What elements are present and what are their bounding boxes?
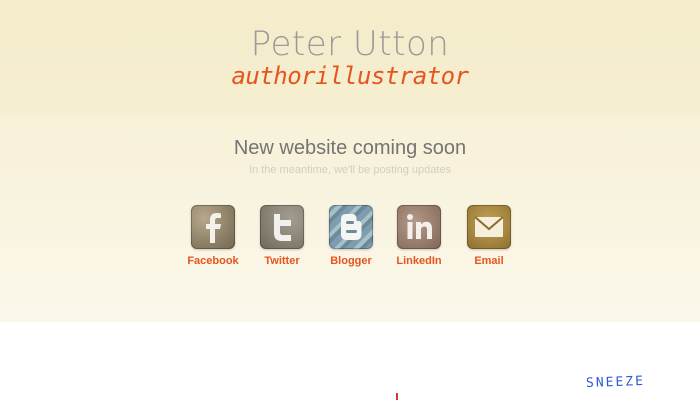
- page-title: Peter Utton: [250, 24, 450, 64]
- tagline: In the meantime, we'll be posting update…: [248, 164, 452, 176]
- facebook-label: Facebook: [187, 255, 239, 267]
- page-subtitle: authorillustrator: [231, 62, 469, 90]
- blogger-label: Blogger: [330, 255, 372, 267]
- twitter-link[interactable]: Twitter: [252, 205, 312, 267]
- linkedin-icon: [397, 205, 441, 249]
- social-links: Facebook Twitter Blogger LinkedIn Email: [0, 205, 700, 275]
- blogger-icon: [329, 205, 373, 249]
- blogger-link[interactable]: Blogger: [321, 205, 381, 267]
- twitter-icon: [260, 205, 304, 249]
- twitter-label: Twitter: [264, 255, 300, 267]
- doodle-mark: [396, 393, 398, 400]
- facebook-link[interactable]: Facebook: [183, 205, 243, 267]
- email-label: Email: [474, 255, 504, 267]
- linkedin-label: LinkedIn: [396, 255, 442, 267]
- headline: New website coming soon: [233, 137, 467, 159]
- facebook-icon: [191, 205, 235, 249]
- email-icon: [467, 205, 511, 249]
- linkedin-link[interactable]: LinkedIn: [389, 205, 449, 267]
- hero-banner: Peter Utton authorillustrator New websit…: [0, 0, 700, 322]
- email-link[interactable]: Email: [459, 205, 519, 267]
- sneeze-doodle: SNEEZE: [585, 373, 646, 392]
